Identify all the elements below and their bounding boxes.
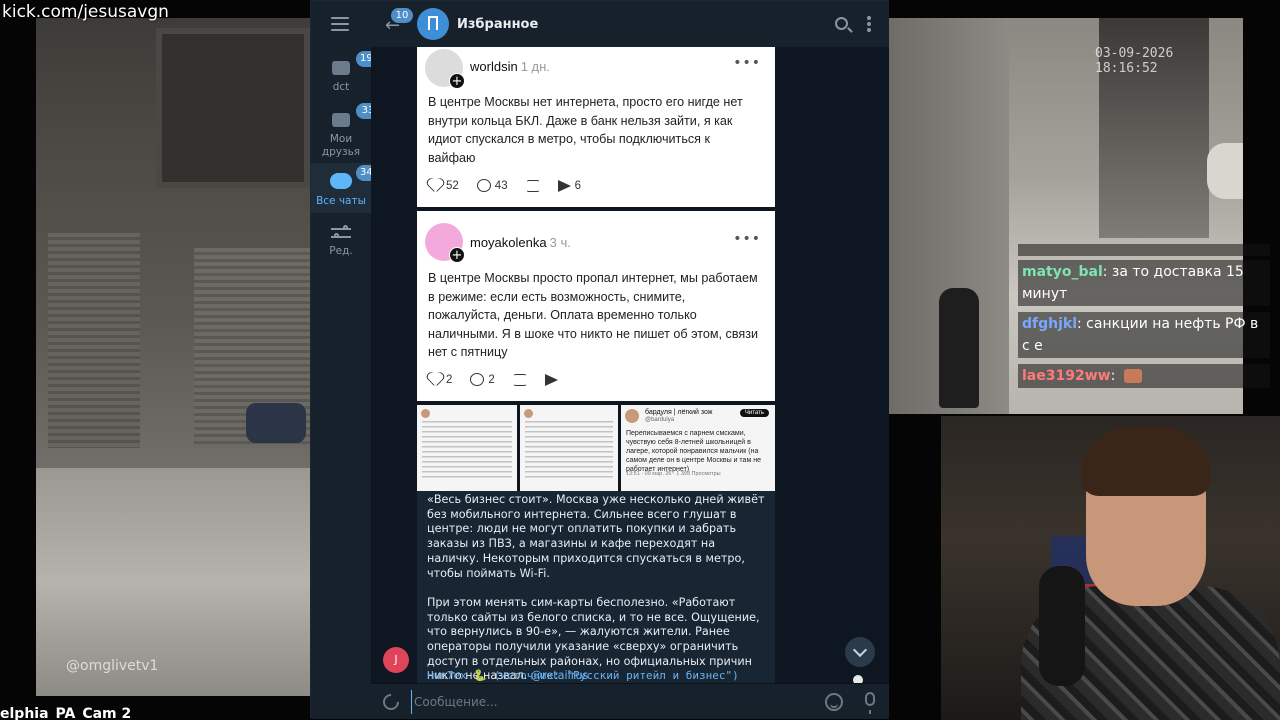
folder-label: Мои друзья [321,133,361,158]
pedestrian [939,288,979,408]
microphone-icon[interactable] [865,692,875,714]
stream-chat: matyo_bal: за то доставка 15 минут dfghj… [1018,244,1270,394]
post-menu-icon: ••• [733,231,761,247]
chat-message: dfghjkl: санкции на нефть РФ в с е [1018,312,1270,358]
avatar: + [425,223,465,263]
post-actions: 52 43 6 [428,179,581,192]
building-window [156,28,310,188]
post-actions: 2 2 [428,373,558,386]
chat-message: matyo_bal: за то доставка 15 минут [1018,260,1270,306]
thumb-text: Переписываемся с парнем смсками, чувству… [626,430,761,473]
post-menu-icon: ••• [733,55,761,71]
thumb-footer: 13:51 · 09 мар. 26 · 1 393 Просмотры [626,471,721,477]
chat-title[interactable]: Избранное [457,17,538,32]
sender-avatar[interactable]: J [383,647,409,673]
folder-label: Ред. [329,245,353,257]
chat-username: matyo_bal [1022,264,1103,280]
thumb-author: бардуля | лёгкий зож [645,409,713,416]
share-icon [557,179,571,192]
saved-messages-avatar[interactable] [417,8,449,40]
comment-icon [470,373,485,386]
back-unread-badge: 10 [391,8,413,23]
post-screenshot: + moyakolenka 3 ч. ••• В центре Москвы пр… [417,211,775,401]
share [544,373,558,386]
search-icon[interactable] [835,17,848,30]
chats-icon: 345 [330,165,384,191]
thumb-read-button: Читать [739,409,769,417]
post-text: В центре Москвы нет интернета, просто ег… [428,95,743,165]
message-bubble[interactable]: «Весь бизнес стоит». Москва уже нескольк… [417,491,775,683]
microphone [1039,566,1085,686]
message-source: Hun7ex 🐍 (источник: "Русский ритейл и би… [427,669,739,682]
post-author: moyakolenka 3 ч. [470,235,571,250]
like-count: 52 [428,179,459,192]
album-photo[interactable] [520,405,618,491]
follow-plus-icon: + [449,247,465,263]
share-count: 6 [557,179,581,192]
more-icon[interactable] [867,16,871,34]
folder-dct[interactable]: 192 dct [311,51,384,99]
stream-frame: @omglivetv1 kick.com/jesusavgn elphia_PA… [0,0,1280,720]
post-author: worldsin 1 дн. [470,59,550,74]
folder-my-friends[interactable]: 33 Мои друзья [311,103,380,161]
camera-timestamp: 03-09-2026 18:16:52 [1095,46,1174,76]
repost-icon [512,373,527,386]
comment-count: 43 [476,179,508,192]
album-photo[interactable]: бардуля | лёгкий зож @bardulya Читать Пе… [621,405,775,491]
folder-label: dct [332,81,350,93]
camera-caption: elphia_PA_Cam 2 [0,706,132,720]
folder-label: Все чаты [316,195,366,207]
message-paragraph: «Весь бизнес стоит». Москва уже нескольк… [427,493,765,580]
thumb-handle: @bardulya [645,417,675,423]
chat-username: dfghjkl [1022,316,1078,332]
folder-icon: 192 [330,51,384,77]
bookmark-icon [428,16,438,34]
folder-edit[interactable]: Ред. [311,225,371,265]
avatar: + [425,49,465,89]
left-camera-feed: @omglivetv1 [36,18,310,696]
folder-sidebar: 192 dct 33 Мои друзья 345 Все чаты Ред. [311,1,384,719]
heart-icon [428,373,442,386]
shutter-left [48,233,140,448]
composer [371,683,889,719]
comment-count: 2 [470,373,495,386]
reaction-dot [853,675,863,683]
chat-message: lae3192ww: [1018,364,1270,388]
folder-icon: 33 [330,103,380,129]
streamer-hair [1081,426,1211,496]
follow-plus-icon: + [449,73,465,89]
attach-icon[interactable] [379,690,403,714]
streamer-webcam [941,416,1280,720]
message-input[interactable] [411,690,811,714]
chat-message-clipped [1018,244,1270,256]
left-watermark: @omglivetv1 [66,658,159,674]
repost [525,179,540,192]
chat-text: : [1110,368,1116,384]
post-text: В центре Москвы просто пропал интернет, … [428,271,759,360]
heart-icon [428,179,442,192]
menu-icon[interactable] [331,17,349,31]
emote-icon [1123,369,1142,383]
repost-icon [525,179,540,192]
emoji-icon[interactable] [825,693,843,711]
sliders-icon [331,225,351,241]
stream-url: kick.com/jesusavgn [2,2,169,22]
comment-icon [476,179,491,192]
do-not-enter-sign [1207,143,1243,199]
telegram-window: 192 dct 33 Мои друзья 345 Все чаты Ред. … [310,0,889,719]
repost [512,373,527,386]
post-screenshot: + worldsin 1 дн. ••• В центре Москвы нет … [417,47,775,207]
scroll-down-button[interactable] [845,637,875,667]
media-album[interactable]: бардуля | лёгкий зож @bardulya Читать Пе… [417,405,775,491]
album-photo[interactable] [417,405,517,491]
like-count: 2 [428,373,452,386]
chat-header: ← 10 Избранное [371,1,889,47]
debris-bag [246,403,306,443]
folder-all-chats[interactable]: 345 Все чаты [311,163,384,213]
chat-username: lae3192ww [1022,368,1111,384]
share-icon [544,373,558,386]
message-area[interactable]: + worldsin 1 дн. ••• В центре Москвы нет … [371,47,889,683]
